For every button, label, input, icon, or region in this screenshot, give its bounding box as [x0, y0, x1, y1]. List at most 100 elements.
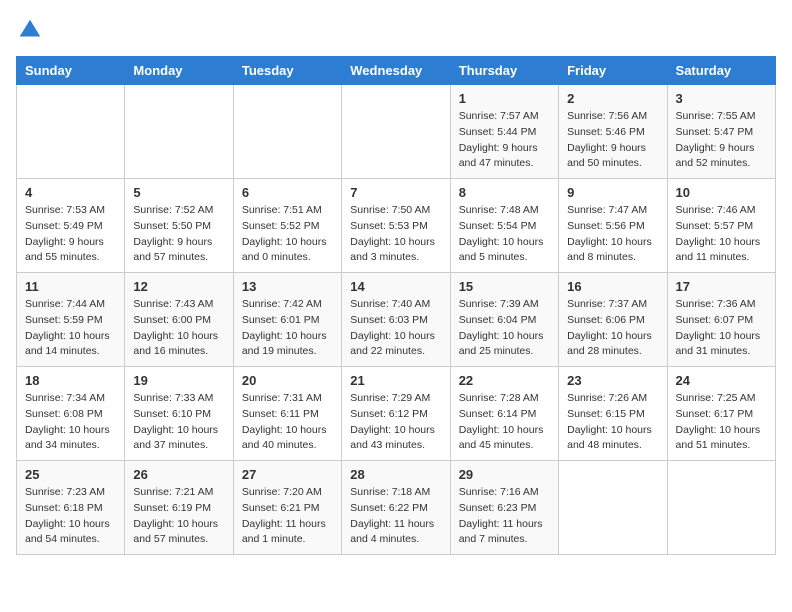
day-info: Sunrise: 7:37 AMSunset: 6:06 PMDaylight:… — [567, 297, 658, 360]
day-number: 2 — [567, 91, 658, 106]
calendar-row-1: 1 Sunrise: 7:57 AMSunset: 5:44 PMDaylight… — [17, 85, 776, 179]
day-info: Sunrise: 7:56 AMSunset: 5:46 PMDaylight:… — [567, 109, 658, 172]
calendar-cell: 15 Sunrise: 7:39 AMSunset: 6:04 PMDayligh… — [450, 273, 558, 367]
day-number: 4 — [25, 185, 116, 200]
header-row: SundayMondayTuesdayWednesdayThursdayFrid… — [17, 57, 776, 85]
calendar-cell: 4 Sunrise: 7:53 AMSunset: 5:49 PMDaylight… — [17, 179, 125, 273]
day-info: Sunrise: 7:40 AMSunset: 6:03 PMDaylight:… — [350, 297, 441, 360]
calendar-cell: 28Sunrise: 7:18 AMSunset: 6:22 PMDayligh… — [342, 461, 450, 555]
day-number: 7 — [350, 185, 441, 200]
calendar-cell: 7 Sunrise: 7:50 AMSunset: 5:53 PMDaylight… — [342, 179, 450, 273]
day-info: Sunrise: 7:34 AMSunset: 6:08 PMDaylight:… — [25, 391, 116, 454]
calendar-cell: 1 Sunrise: 7:57 AMSunset: 5:44 PMDaylight… — [450, 85, 558, 179]
day-info: Sunrise: 7:55 AMSunset: 5:47 PMDaylight:… — [676, 109, 767, 172]
calendar-row-4: 18Sunrise: 7:34 AMSunset: 6:08 PMDayligh… — [17, 367, 776, 461]
day-info: Sunrise: 7:21 AMSunset: 6:19 PMDaylight:… — [133, 485, 224, 548]
calendar-cell: 2 Sunrise: 7:56 AMSunset: 5:46 PMDaylight… — [559, 85, 667, 179]
day-number: 5 — [133, 185, 224, 200]
column-header-tuesday: Tuesday — [233, 57, 341, 85]
day-info: Sunrise: 7:52 AMSunset: 5:50 PMDaylight:… — [133, 203, 224, 266]
day-info: Sunrise: 7:44 AMSunset: 5:59 PMDaylight:… — [25, 297, 116, 360]
day-info: Sunrise: 7:39 AMSunset: 6:04 PMDaylight:… — [459, 297, 550, 360]
day-number: 3 — [676, 91, 767, 106]
column-header-wednesday: Wednesday — [342, 57, 450, 85]
day-info: Sunrise: 7:31 AMSunset: 6:11 PMDaylight:… — [242, 391, 333, 454]
day-number: 16 — [567, 279, 658, 294]
calendar-cell: 19 Sunrise: 7:33 AMSunset: 6:10 PMDayligh… — [125, 367, 233, 461]
calendar-row-5: 25 Sunrise: 7:23 AMSunset: 6:18 PMDayligh… — [17, 461, 776, 555]
day-info: Sunrise: 7:53 AMSunset: 5:49 PMDaylight:… — [25, 203, 116, 266]
day-number: 21 — [350, 373, 441, 388]
calendar-cell: 26 Sunrise: 7:21 AMSunset: 6:19 PMDayligh… — [125, 461, 233, 555]
day-number: 17 — [676, 279, 767, 294]
day-info: Sunrise: 7:28 AMSunset: 6:14 PMDaylight:… — [459, 391, 550, 454]
day-number: 6 — [242, 185, 333, 200]
logo — [16, 16, 48, 44]
calendar-cell — [233, 85, 341, 179]
day-number: 1 — [459, 91, 550, 106]
calendar-cell: 3 Sunrise: 7:55 AMSunset: 5:47 PMDaylight… — [667, 85, 775, 179]
calendar-cell: 9 Sunrise: 7:47 AMSunset: 5:56 PMDaylight… — [559, 179, 667, 273]
calendar-cell: 22 Sunrise: 7:28 AMSunset: 6:14 PMDayligh… — [450, 367, 558, 461]
day-number: 8 — [459, 185, 550, 200]
day-info: Sunrise: 7:43 AMSunset: 6:00 PMDaylight:… — [133, 297, 224, 360]
day-info: Sunrise: 7:57 AMSunset: 5:44 PMDaylight:… — [459, 109, 550, 172]
day-info: Sunrise: 7:46 AMSunset: 5:57 PMDaylight:… — [676, 203, 767, 266]
day-number: 13 — [242, 279, 333, 294]
calendar-cell: 25 Sunrise: 7:23 AMSunset: 6:18 PMDayligh… — [17, 461, 125, 555]
day-number: 23 — [567, 373, 658, 388]
day-info: Sunrise: 7:33 AMSunset: 6:10 PMDaylight:… — [133, 391, 224, 454]
day-info: Sunrise: 7:50 AMSunset: 5:53 PMDaylight:… — [350, 203, 441, 266]
day-number: 15 — [459, 279, 550, 294]
column-header-thursday: Thursday — [450, 57, 558, 85]
day-info: Sunrise: 7:25 AMSunset: 6:17 PMDaylight:… — [676, 391, 767, 454]
day-number: 12 — [133, 279, 224, 294]
calendar-cell: 29 Sunrise: 7:16 AMSunset: 6:23 PMDayligh… — [450, 461, 558, 555]
calendar-cell: 11 Sunrise: 7:44 AMSunset: 5:59 PMDayligh… — [17, 273, 125, 367]
day-info: Sunrise: 7:18 AMSunset: 6:22 PMDaylight:… — [350, 485, 441, 548]
calendar-cell: 21 Sunrise: 7:29 AMSunset: 6:12 PMDayligh… — [342, 367, 450, 461]
calendar-row-3: 11 Sunrise: 7:44 AMSunset: 5:59 PMDayligh… — [17, 273, 776, 367]
day-number: 22 — [459, 373, 550, 388]
calendar-cell: 27 Sunrise: 7:20 AMSunset: 6:21 PMDayligh… — [233, 461, 341, 555]
calendar-cell — [559, 461, 667, 555]
column-header-monday: Monday — [125, 57, 233, 85]
day-number: 29 — [459, 467, 550, 482]
day-number: 27 — [242, 467, 333, 482]
calendar-table: SundayMondayTuesdayWednesdayThursdayFrid… — [16, 56, 776, 555]
day-info: Sunrise: 7:51 AMSunset: 5:52 PMDaylight:… — [242, 203, 333, 266]
calendar-cell — [667, 461, 775, 555]
day-info: Sunrise: 7:48 AMSunset: 5:54 PMDaylight:… — [459, 203, 550, 266]
calendar-cell — [125, 85, 233, 179]
day-info: Sunrise: 7:23 AMSunset: 6:18 PMDaylight:… — [25, 485, 116, 548]
day-number: 19 — [133, 373, 224, 388]
logo-icon — [16, 16, 44, 44]
calendar-cell: 20 Sunrise: 7:31 AMSunset: 6:11 PMDayligh… — [233, 367, 341, 461]
calendar-cell: 13Sunrise: 7:42 AMSunset: 6:01 PMDayligh… — [233, 273, 341, 367]
calendar-cell: 18Sunrise: 7:34 AMSunset: 6:08 PMDayligh… — [17, 367, 125, 461]
day-info: Sunrise: 7:16 AMSunset: 6:23 PMDaylight:… — [459, 485, 550, 548]
day-number: 20 — [242, 373, 333, 388]
column-header-sunday: Sunday — [17, 57, 125, 85]
day-number: 10 — [676, 185, 767, 200]
calendar-cell: 16 Sunrise: 7:37 AMSunset: 6:06 PMDayligh… — [559, 273, 667, 367]
calendar-cell: 10 Sunrise: 7:46 AMSunset: 5:57 PMDayligh… — [667, 179, 775, 273]
day-info: Sunrise: 7:36 AMSunset: 6:07 PMDaylight:… — [676, 297, 767, 360]
day-info: Sunrise: 7:47 AMSunset: 5:56 PMDaylight:… — [567, 203, 658, 266]
calendar-cell — [17, 85, 125, 179]
calendar-cell: 17 Sunrise: 7:36 AMSunset: 6:07 PMDayligh… — [667, 273, 775, 367]
calendar-row-2: 4 Sunrise: 7:53 AMSunset: 5:49 PMDaylight… — [17, 179, 776, 273]
calendar-cell: 24Sunrise: 7:25 AMSunset: 6:17 PMDayligh… — [667, 367, 775, 461]
calendar-cell — [342, 85, 450, 179]
day-number: 14 — [350, 279, 441, 294]
day-number: 11 — [25, 279, 116, 294]
day-info: Sunrise: 7:29 AMSunset: 6:12 PMDaylight:… — [350, 391, 441, 454]
column-header-friday: Friday — [559, 57, 667, 85]
calendar-cell: 23Sunrise: 7:26 AMSunset: 6:15 PMDayligh… — [559, 367, 667, 461]
day-info: Sunrise: 7:20 AMSunset: 6:21 PMDaylight:… — [242, 485, 333, 548]
day-number: 26 — [133, 467, 224, 482]
day-number: 25 — [25, 467, 116, 482]
calendar-cell: 12 Sunrise: 7:43 AMSunset: 6:00 PMDayligh… — [125, 273, 233, 367]
day-number: 9 — [567, 185, 658, 200]
calendar-cell: 8 Sunrise: 7:48 AMSunset: 5:54 PMDaylight… — [450, 179, 558, 273]
